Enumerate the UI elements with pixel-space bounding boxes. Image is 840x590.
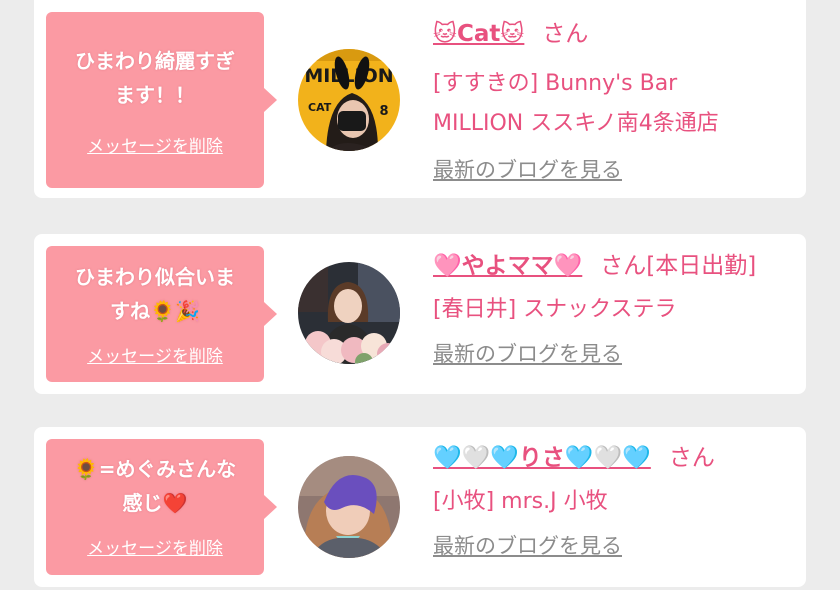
message-bubble: ひまわり綺麗すぎ ます！！ メッセージを削除 xyxy=(46,12,277,188)
sender-name-link[interactable]: 🐱Cat🐱 xyxy=(433,21,524,47)
honorific-label: さん xyxy=(542,21,589,47)
message-card: 🌻=めぐみさんな 感じ❤️ メッセージを削除 🩵🤍🩵りさ🩵🤍🩵 さん [小牧] m… xyxy=(34,427,806,587)
avatar-name-label: CAT xyxy=(308,101,332,114)
sender-name-link[interactable]: 🩷やよママ🩷 xyxy=(433,253,582,279)
avatar[interactable] xyxy=(298,262,400,364)
message-card: ひまわり似合いま すね🌻🎉 メッセージを削除 🩷やよママ🩷 さん[本日出勤] [春… xyxy=(34,234,806,394)
avatar-image: MILLION CAT 8 xyxy=(298,49,400,151)
message-text: ひまわり似合いま すね🌻🎉 xyxy=(75,265,235,323)
shop-name: [すすきの] Bunny's Bar MILLION ススキノ南4条通店 xyxy=(433,71,719,136)
latest-blog-link[interactable]: 最新のブログを見る xyxy=(433,338,622,368)
sender-info: 🩷やよママ🩷 さん[本日出勤] [春日井] スナックステラ 最新のブログを見る xyxy=(433,248,796,368)
delete-message-link[interactable]: メッセージを削除 xyxy=(87,132,223,157)
avatar[interactable]: MILLION CAT 8 xyxy=(298,49,400,151)
sender-info: 🐱Cat🐱 さん [すすきの] Bunny's Bar MILLION ススキノ南… xyxy=(433,16,796,184)
message-text: 🌻=めぐみさんな 感じ❤️ xyxy=(73,457,237,515)
latest-blog-link[interactable]: 最新のブログを見る xyxy=(433,154,622,184)
delete-message-link[interactable]: メッセージを削除 xyxy=(87,342,223,367)
avatar[interactable] xyxy=(298,456,400,558)
avatar-image xyxy=(298,262,400,364)
message-bubble: ひまわり似合いま すね🌻🎉 メッセージを削除 xyxy=(46,246,277,382)
shop-name: [春日井] スナックステラ xyxy=(433,297,677,322)
shop-name: [小牧] mrs.J 小牧 xyxy=(433,489,608,514)
sender-info: 🩵🤍🩵りさ🩵🤍🩵 さん [小牧] mrs.J 小牧 最新のブログを見る xyxy=(433,440,796,560)
message-card: ひまわり綺麗すぎ ます！！ メッセージを削除 MILLION CAT 8 🐱Ca… xyxy=(34,0,806,198)
latest-blog-link[interactable]: 最新のブログを見る xyxy=(433,530,622,560)
avatar-image xyxy=(298,456,400,558)
message-text: ひまわり綺麗すぎ ます！！ xyxy=(75,49,235,107)
delete-message-link[interactable]: メッセージを削除 xyxy=(87,534,223,559)
avatar-issue-number: 8 xyxy=(379,104,388,119)
sender-name-link[interactable]: 🩵🤍🩵りさ🩵🤍🩵 xyxy=(433,445,651,471)
message-bubble: 🌻=めぐみさんな 感じ❤️ メッセージを削除 xyxy=(46,439,277,575)
honorific-label: さん[本日出勤] xyxy=(600,253,757,279)
honorific-label: さん xyxy=(668,445,715,471)
